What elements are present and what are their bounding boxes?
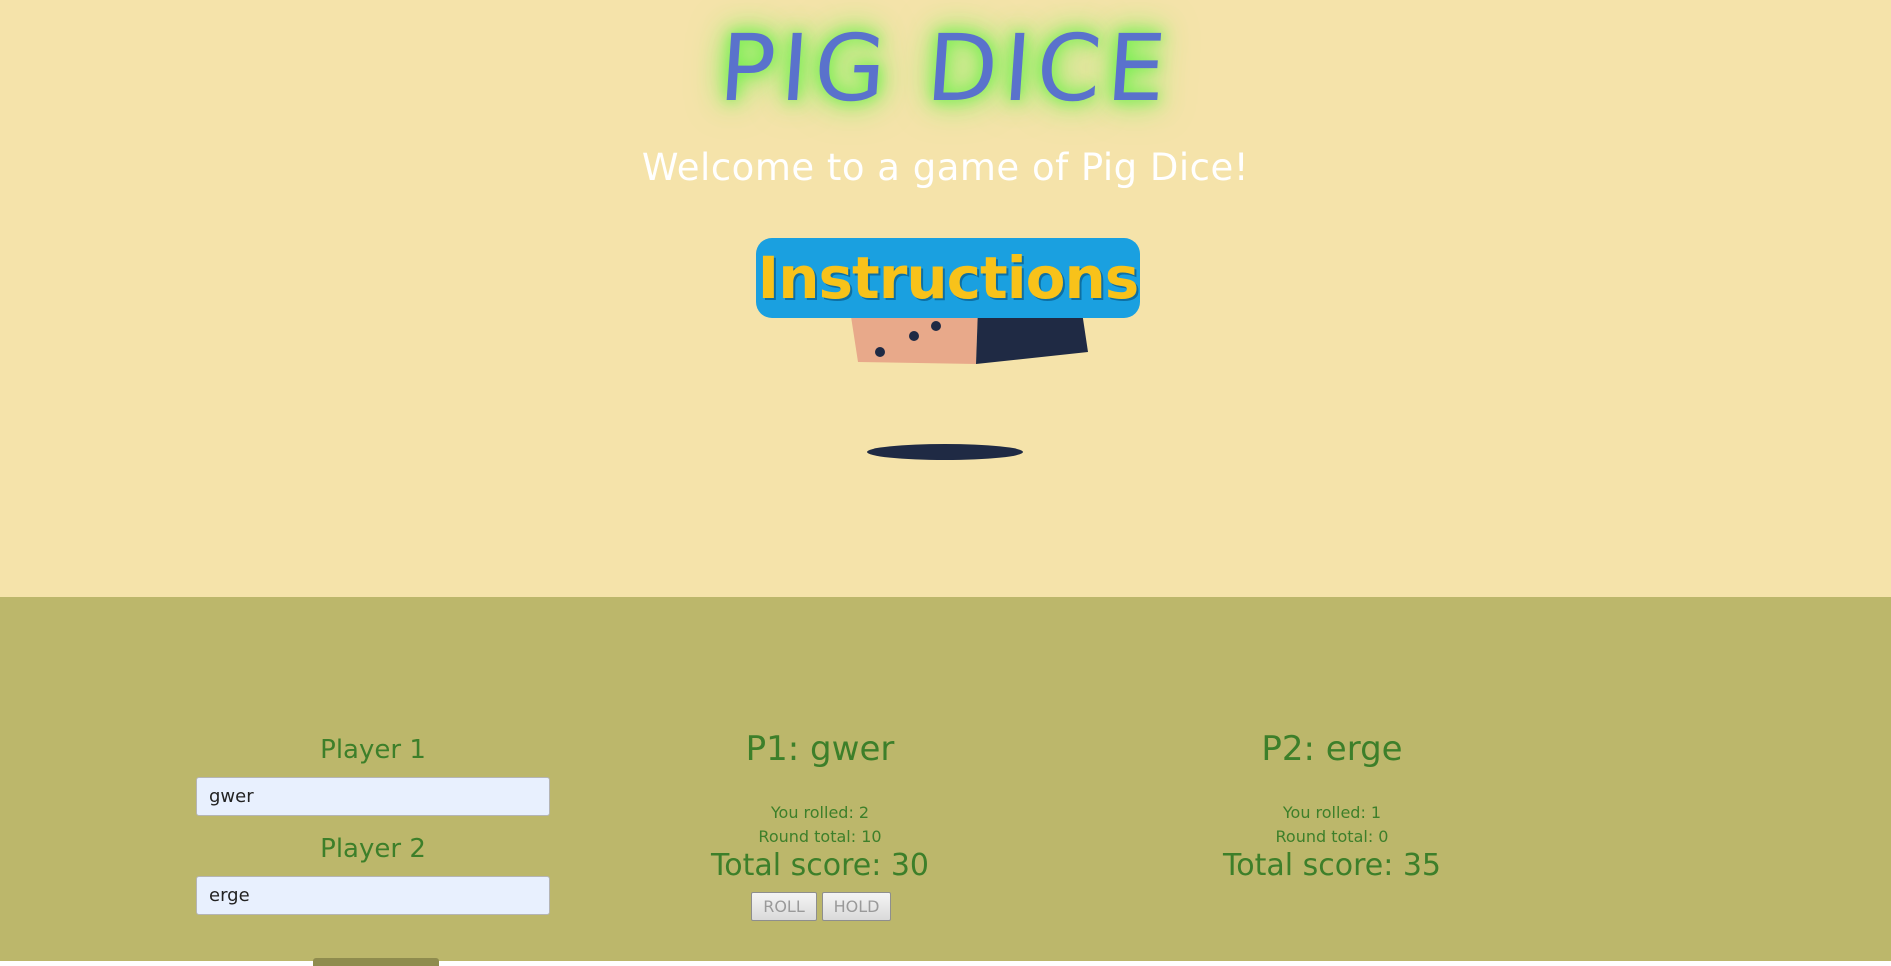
player1-name: P1: gwer (745, 729, 895, 769)
header-section: PIG DICE Welcome to a game of Pig Dice! … (0, 0, 1891, 597)
die-shadow (867, 444, 1023, 460)
start-button[interactable] (313, 958, 439, 966)
page-title: PIG DICE (716, 15, 1176, 122)
player2-name-input[interactable] (196, 876, 550, 915)
player1-rolled: You rolled: 2 (770, 803, 870, 822)
die-pip (875, 347, 885, 357)
player2-total-score: Total score: 35 (1222, 848, 1442, 883)
die-pip (931, 321, 941, 331)
hold-button[interactable]: HOLD (822, 892, 891, 921)
instructions-button[interactable]: Instructions (756, 238, 1140, 318)
player2-name: P2: erge (1261, 729, 1403, 769)
player1-round-total: Round total: 10 (758, 827, 882, 846)
player1-label: Player 1 (320, 735, 426, 765)
roll-button[interactable]: ROLL (751, 892, 817, 921)
player1-total-score: Total score: 30 (710, 848, 930, 883)
die-pip (909, 331, 919, 341)
welcome-text: Welcome to a game of Pig Dice! (641, 146, 1250, 189)
player2-round-total: Round total: 0 (1275, 827, 1389, 846)
player1-name-input[interactable] (196, 777, 550, 816)
player2-label: Player 2 (320, 834, 426, 864)
player2-rolled: You rolled: 1 (1282, 803, 1382, 822)
